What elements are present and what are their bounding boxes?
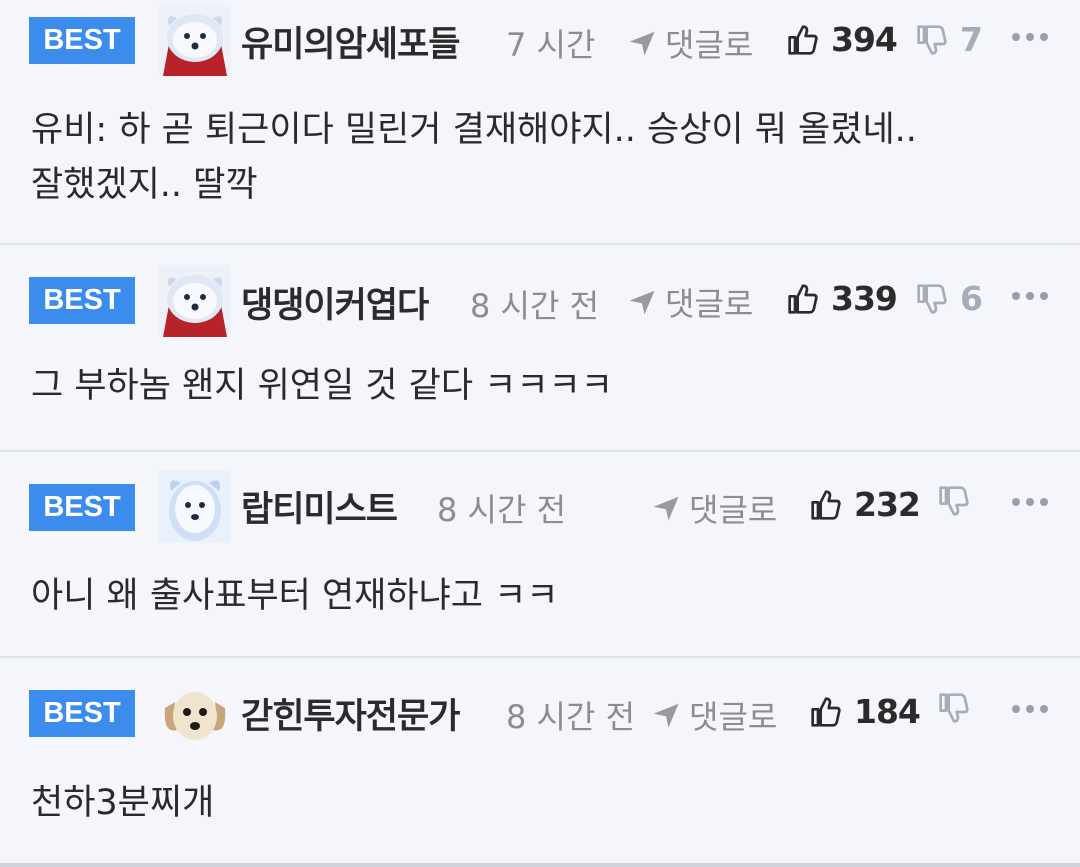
best-badge: BEST (29, 277, 135, 324)
comment-time: 7 시간 (506, 26, 596, 64)
comment-nickname[interactable]: 랍티미스트 (241, 481, 398, 532)
reply-label: 댓글로 (665, 26, 754, 64)
comment-nickname[interactable]: 갇힌투자전문가 (241, 688, 460, 739)
reply-button[interactable]: 댓글로 (627, 279, 753, 325)
reply-label: 댓글로 (665, 285, 754, 323)
dislike-button[interactable] (938, 485, 982, 517)
comment-item: BEST 랍티미스트 8 시간 전 댓글로 232 아니 왜 출사표부터 연재하… (0, 452, 1080, 658)
comment-time: 8 시간 전 (437, 491, 567, 529)
comment-nickname[interactable]: 유미의암세포들 (241, 16, 460, 67)
comment-header: BEST 랍티미스트 8 시간 전 댓글로 232 (0, 469, 1080, 543)
comment-text: 아니 왜 출사표부터 연재하냐고 ㅋㅋ (31, 576, 559, 616)
thumbs-up-icon (788, 24, 818, 55)
reply-label: 댓글로 (689, 698, 778, 736)
comment-item: BEST 댕댕이커엽다 8 시간 전 댓글로 339 6 그 부하놈 왠지 위연… (0, 245, 1080, 452)
comment-text: 유비: 하 곧 퇴근이다 밀린거 결재해야지.. 승상이 뭐 올렸네.. 잘했겠… (31, 110, 917, 205)
puppy-face-avatar-icon[interactable] (159, 678, 231, 750)
best-badge: BEST (29, 690, 135, 737)
like-count: 339 (831, 279, 898, 318)
comment-text: 그 부하놈 왠지 위연일 것 같다 ㅋㅋㅋㅋ (31, 366, 613, 406)
comment-header: BEST 갇힌투자전문가 8 시간 전 댓글로 184 (0, 676, 1080, 750)
thumbs-down-icon (939, 693, 969, 723)
dislike-count: 7 (960, 20, 983, 59)
more-options-icon[interactable] (1012, 27, 1048, 47)
thumbs-down-icon (917, 24, 947, 55)
send-arrow-icon (653, 703, 679, 728)
like-button[interactable]: 339 (787, 279, 898, 318)
comment-item: BEST 갇힌투자전문가 8 시간 전 댓글로 184 천하3분찌개 (0, 658, 1080, 867)
more-options-icon[interactable] (1012, 699, 1048, 719)
comment-text: 천하3분찌개 (31, 783, 215, 823)
dislike-button[interactable]: 7 (916, 20, 983, 59)
dislike-button[interactable]: 6 (916, 279, 983, 318)
like-count: 232 (854, 485, 921, 524)
more-options-icon[interactable] (1012, 286, 1048, 306)
like-button[interactable]: 394 (787, 20, 898, 59)
white-dog-caped-avatar-icon[interactable] (159, 4, 231, 76)
more-options-icon[interactable] (1012, 492, 1048, 512)
reply-button[interactable]: 댓글로 (651, 485, 777, 531)
comment-time: 8 시간 전 (470, 287, 600, 325)
comment-time: 8 시간 전 (506, 698, 634, 736)
comment-header: BEST 유미의암세포들 7 시간 댓글로 394 7 (0, 2, 1080, 76)
like-count: 184 (854, 692, 921, 731)
thumbs-down-icon (939, 486, 969, 516)
thumbs-up-icon (811, 489, 841, 520)
thumbs-up-icon (811, 696, 841, 727)
white-dog-caped-avatar-icon[interactable] (159, 265, 231, 337)
thumbs-down-icon (917, 283, 947, 314)
comment-header: BEST 댕댕이커엽다 8 시간 전 댓글로 339 6 (0, 263, 1080, 337)
thumbs-up-icon (788, 283, 818, 314)
like-button[interactable]: 232 (810, 485, 921, 524)
comment-item: BEST 유미의암세포들 7 시간 댓글로 394 7 유비: 하 곧 퇴근이다… (0, 0, 1080, 245)
send-arrow-icon (629, 31, 655, 56)
like-button[interactable]: 184 (810, 692, 921, 731)
reply-label: 댓글로 (689, 491, 778, 529)
comment-nickname[interactable]: 댕댕이커엽다 (241, 277, 429, 328)
dislike-count: 6 (960, 279, 983, 318)
comment-list: BEST 유미의암세포들 7 시간 댓글로 394 7 유비: 하 곧 퇴근이다… (0, 0, 1080, 867)
like-count: 394 (831, 20, 898, 59)
reply-button[interactable]: 댓글로 (651, 692, 777, 738)
best-badge: BEST (29, 17, 135, 64)
best-badge: BEST (29, 484, 135, 531)
send-arrow-icon (629, 290, 655, 315)
white-dog-avatar-icon[interactable] (159, 471, 231, 543)
dislike-button[interactable] (938, 692, 982, 724)
reply-button[interactable]: 댓글로 (627, 20, 753, 66)
send-arrow-icon (653, 496, 679, 521)
